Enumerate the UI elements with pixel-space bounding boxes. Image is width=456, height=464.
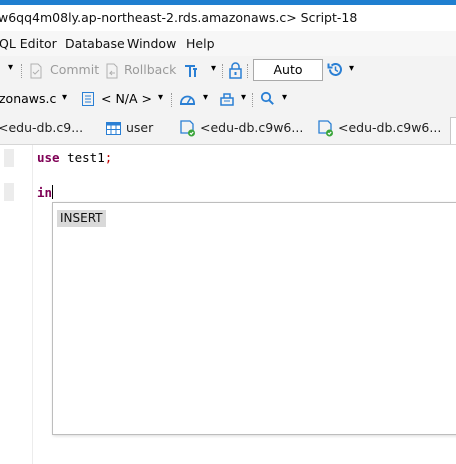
editor-gutter [0, 145, 33, 464]
tools-icon[interactable] [219, 91, 235, 110]
chevron-down-icon[interactable]: ▾ [349, 63, 354, 74]
code-line-2[interactable]: in [37, 185, 54, 200]
tab-edu-db-1[interactable]: <edu-db.c9... [0, 120, 83, 135]
toolbar-separator [171, 93, 172, 107]
active-datasource[interactable]: zonaws.c [0, 91, 56, 106]
typed-text: in [37, 185, 53, 200]
commit-icon [29, 63, 43, 82]
text-caret [52, 185, 54, 199]
menu-window[interactable]: Window [127, 36, 176, 51]
history-icon[interactable] [327, 61, 344, 81]
menu-sql-editor[interactable]: QL Editor [0, 36, 57, 51]
title-bar: w6qq4m08ly.ap-northeast-2.rds.amazonaws.… [0, 5, 456, 31]
toolbar-separator [222, 64, 223, 78]
transaction-mode-icon[interactable] [183, 63, 199, 82]
line-marker [4, 149, 14, 167]
sql-script-icon [180, 120, 196, 140]
identifier-test1: test1 [59, 150, 105, 165]
dashboard-icon[interactable] [179, 91, 196, 110]
semicolon: ; [104, 150, 113, 165]
menu-help[interactable]: Help [186, 36, 215, 51]
active-schema[interactable]: < N/A > [101, 91, 152, 106]
line-marker [4, 183, 14, 201]
lock-icon[interactable] [228, 62, 243, 82]
tab-user[interactable]: user [126, 120, 153, 135]
chevron-down-icon[interactable]: ▾ [211, 63, 216, 74]
chevron-down-icon[interactable]: ▾ [203, 92, 208, 103]
editor-tab-bar: <edu-db.c9... user <edu-db.c9w6... <edu-… [0, 114, 456, 145]
autocomplete-item-insert[interactable]: INSERT [57, 210, 106, 227]
main-toolbar: ▾ Commit Rollback ▾ Auto ▾ [0, 56, 456, 86]
code-line-1[interactable]: use test1; [37, 150, 112, 165]
search-icon[interactable] [260, 91, 275, 109]
tab-edu-db-3[interactable]: <edu-db.c9w6... [338, 120, 441, 135]
connection-toolbar: zonaws.c ▾ < N/A > ▾ ▾ ▾ ▾ [0, 86, 456, 114]
table-icon [106, 122, 121, 138]
toolbar-separator [247, 64, 248, 78]
schema-icon [81, 91, 95, 110]
rollback-button[interactable]: Rollback [124, 62, 176, 77]
rollback-icon [105, 63, 119, 82]
toolbar-separator [252, 93, 253, 107]
active-tab[interactable] [450, 117, 456, 144]
menu-database[interactable]: Database [65, 36, 125, 51]
chevron-down-icon[interactable]: ▾ [158, 92, 163, 103]
chevron-down-icon[interactable]: ▾ [241, 92, 246, 103]
keyword-use: use [37, 150, 60, 165]
commit-button[interactable]: Commit [50, 62, 99, 77]
chevron-down-icon[interactable]: ▾ [62, 92, 67, 103]
chevron-down-icon[interactable]: ▾ [282, 92, 287, 103]
sql-script-icon [318, 120, 334, 140]
toolbar-separator [21, 64, 22, 78]
transaction-mode-field[interactable]: Auto [253, 59, 323, 81]
tab-edu-db-2[interactable]: <edu-db.c9w6... [200, 120, 303, 135]
chevron-down-icon[interactable]: ▾ [8, 62, 13, 73]
menu-bar: QL Editor Database Window Help [0, 31, 456, 56]
window-title: w6qq4m08ly.ap-northeast-2.rds.amazonaws.… [0, 10, 358, 25]
autocomplete-popup: INSERT [52, 202, 456, 435]
